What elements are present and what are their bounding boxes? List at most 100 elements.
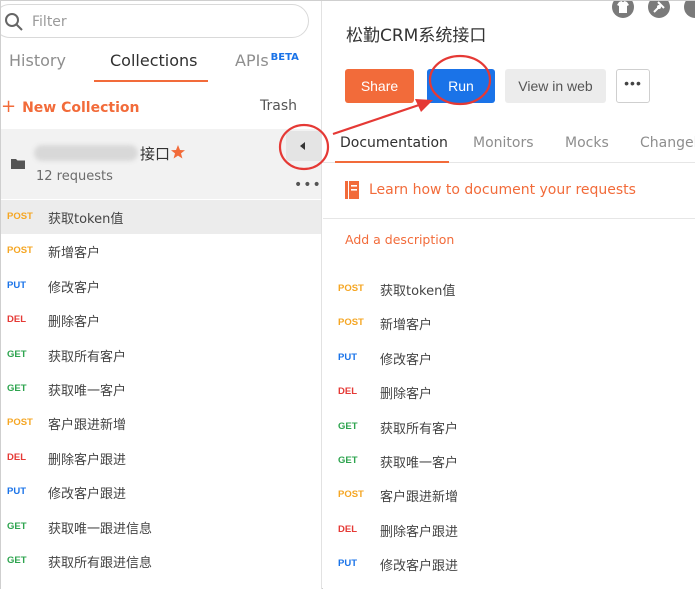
beta-badge: BETA [270, 52, 299, 63]
method-badge: POST [338, 283, 364, 294]
method-badge: DEL [338, 523, 357, 535]
run-button[interactable]: Run [427, 69, 495, 103]
tab-apis[interactable]: APIs BETA [235, 51, 299, 70]
request-name: 获取唯一客户 [380, 455, 459, 471]
trash-link[interactable]: Trash [260, 98, 297, 114]
method-badge: POST [338, 489, 364, 501]
tab-history[interactable]: History [9, 51, 66, 70]
tab-mocks[interactable]: Mocks [565, 135, 609, 151]
request-name: 删除客户 [48, 315, 101, 331]
active-tab-indicator [94, 80, 208, 82]
method-badge: GET [338, 454, 358, 466]
request-item[interactable]: GET 获取所有客户 [1, 338, 321, 372]
request-item[interactable]: POST 客户跟进新增 [323, 477, 695, 511]
request-name: 修改客户跟进 [48, 487, 127, 503]
request-item[interactable]: PUT 修改客户 [1, 269, 321, 303]
request-item[interactable]: GET 获取唯一客户 [1, 372, 321, 406]
collection-name-text: 接口 [140, 145, 171, 163]
sidebar-tabs: History Collections APIs BETA [1, 45, 321, 83]
request-item[interactable]: GET 获取唯一客户 [323, 443, 695, 477]
collapse-panel-button[interactable] [286, 131, 321, 161]
method-badge: PUT [7, 486, 26, 498]
method-badge: POST [7, 211, 33, 222]
request-item[interactable]: GET 获取唯一跟进信息 [1, 510, 321, 544]
search-box[interactable] [1, 4, 309, 38]
collection-request-count: 12 requests [36, 169, 113, 184]
folder-icon [11, 159, 25, 169]
request-item[interactable]: PUT 修改客户 [323, 340, 695, 374]
method-badge: POST [7, 417, 33, 429]
method-badge: PUT [338, 558, 357, 570]
request-item[interactable]: POST 新增客户 [1, 234, 321, 268]
add-description-link[interactable]: Add a description [345, 232, 454, 247]
request-item[interactable]: POST 获取token值 [323, 271, 695, 305]
new-collection-button[interactable]: + New Collection [1, 96, 139, 117]
request-item[interactable]: DEL 删除客户跟进 [1, 441, 321, 475]
method-badge: DEL [338, 386, 357, 398]
collection-title: 松勤CRM系统接口 [346, 26, 487, 46]
request-item[interactable]: POST 新增客户 [323, 305, 695, 339]
documentation-request-list: POST 获取token值 POST 新增客户 PUT 修改客户 DEL 删除客户 GET 获取所… [323, 271, 695, 581]
book-icon [345, 181, 359, 199]
tab-monitors[interactable]: Monitors [473, 135, 534, 151]
method-badge: POST [7, 245, 33, 257]
request-name: 获取token值 [48, 212, 124, 227]
request-name: 修改客户 [48, 280, 101, 296]
request-item[interactable]: GET 获取所有客户 [323, 409, 695, 443]
request-item[interactable]: POST 获取token值 [1, 200, 321, 235]
request-name: 删除客户跟进 [380, 524, 459, 540]
tab-apis-label: APIs [235, 51, 269, 70]
request-name: 删除客户 [380, 387, 433, 403]
request-item[interactable]: PUT 修改客户跟进 [1, 475, 321, 509]
request-name: 获取唯一跟进信息 [48, 521, 153, 537]
tshirt-icon[interactable] [612, 1, 634, 18]
tab-changelog[interactable]: Changelog [640, 135, 695, 151]
app-window: History Collections APIsBETA + New Collec… [0, 0, 695, 589]
sidebar: History Collections APIsBETA + New Collec… [1, 1, 322, 589]
method-badge: GET [7, 348, 27, 360]
request-item[interactable]: DEL 删除客户 [323, 374, 695, 408]
tab-documentation[interactable]: Documentation [340, 135, 448, 151]
share-button[interactable]: Share [345, 69, 414, 103]
method-badge: DEL [7, 451, 26, 463]
method-badge: GET [7, 554, 27, 566]
request-item[interactable]: PUT 修改客户跟进 [323, 546, 695, 580]
plus-icon: + [1, 96, 17, 117]
request-name: 修改客户 [380, 352, 433, 368]
search-input[interactable] [32, 11, 282, 33]
header-icons [612, 1, 695, 22]
more-options-button[interactable]: ••• [616, 69, 650, 103]
collection-detail-panel: 松勤CRM系统接口 Share Run View in web ••• Docu… [323, 1, 695, 589]
request-name: 新增客户 [380, 318, 433, 334]
detail-tabs: Documentation Monitors Mocks Changelog [323, 129, 695, 163]
view-in-web-button[interactable]: View in web [505, 69, 606, 103]
collection-more-button[interactable]: ••• [294, 177, 321, 193]
satellite-icon[interactable] [648, 1, 670, 18]
method-badge: POST [338, 317, 364, 329]
collection-item[interactable]: 接口 12 requests [1, 129, 321, 199]
request-list: POST 获取token值 POST 新增客户 PUT 修改客户 DEL 删除客户 GET 获取所… [1, 200, 321, 578]
new-collection-label: New Collection [22, 100, 140, 116]
method-badge: PUT [7, 279, 26, 291]
method-badge: GET [7, 520, 27, 532]
request-item[interactable]: POST 客户跟进新增 [1, 406, 321, 440]
request-name: 获取所有客户 [48, 349, 127, 365]
request-name: 获取所有跟进信息 [48, 555, 153, 571]
settings-icon[interactable] [684, 1, 695, 18]
learn-documentation-link[interactable]: Learn how to document your requests [369, 182, 636, 198]
search-icon [5, 13, 23, 31]
redacted-text [34, 145, 138, 161]
request-name: 获取所有客户 [380, 421, 459, 437]
chevron-left-icon [300, 142, 305, 150]
request-item[interactable]: DEL 删除客户 [1, 303, 321, 337]
request-item[interactable]: DEL 删除客户跟进 [323, 512, 695, 546]
method-badge: GET [7, 382, 27, 394]
method-badge: PUT [338, 351, 357, 363]
method-badge: GET [338, 420, 358, 432]
request-name: 修改客户跟进 [380, 559, 459, 575]
collection-name: 接口 [34, 143, 186, 165]
star-icon[interactable] [170, 144, 186, 160]
request-item[interactable]: GET 获取所有跟进信息 [1, 544, 321, 578]
tab-collections[interactable]: Collections [110, 51, 197, 70]
request-name: 新增客户 [48, 246, 101, 262]
